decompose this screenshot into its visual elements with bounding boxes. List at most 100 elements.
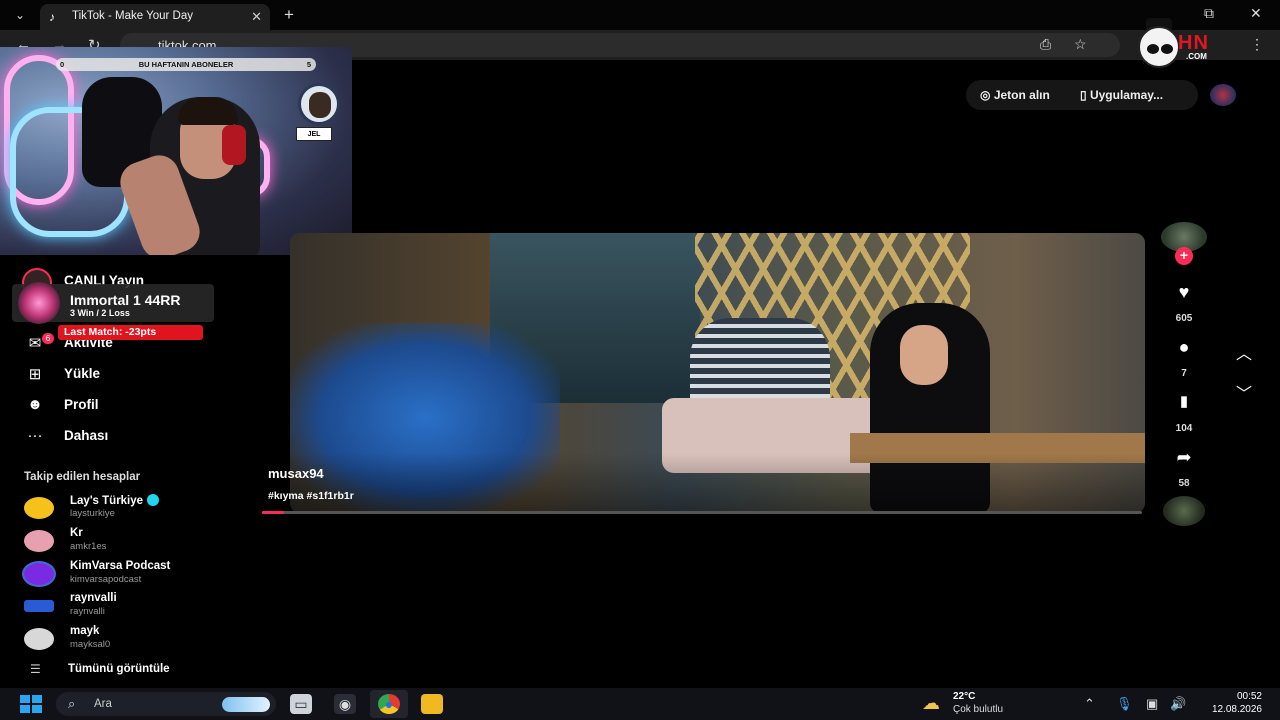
- channel-logo: HN .COM: [1132, 18, 1222, 78]
- tray-chevron-up-icon[interactable]: ⌃: [1084, 696, 1095, 712]
- following-item[interactable]: raynvalli raynvalli: [24, 592, 264, 622]
- music-disc-icon[interactable]: [1163, 496, 1205, 526]
- bookmark-icon[interactable]: ▮: [1166, 387, 1202, 417]
- streamer-badge-label: JEL: [296, 127, 332, 141]
- clock-date[interactable]: 12.08.2026: [1200, 704, 1262, 715]
- webcam-overlay: 0 BU HAFTANIN ABONELER 5 JEL: [0, 47, 352, 255]
- tab-close-icon[interactable]: ✕: [251, 9, 262, 25]
- comment-count: 7: [1181, 368, 1187, 379]
- share-arrow-icon[interactable]: ➦: [1166, 442, 1202, 472]
- more-icon: ···: [27, 427, 43, 444]
- comment-icon[interactable]: ●: [1166, 332, 1202, 362]
- following-item[interactable]: Lay's Türkiye laysturkiye: [24, 494, 264, 524]
- see-all-label: Tümünü görüntüle: [68, 663, 170, 675]
- verified-icon: [147, 494, 160, 506]
- chrome-icon[interactable]: ●: [378, 694, 400, 714]
- avatar: [22, 561, 56, 587]
- video-hashtags[interactable]: #kıyma #s1f1rb1r: [268, 490, 354, 502]
- streamer-hair: [178, 97, 238, 125]
- tab-title: TikTok - Make Your Day: [72, 10, 194, 22]
- sidebar-item-label: Yükle: [64, 366, 101, 381]
- new-tab-button[interactable]: +: [284, 5, 294, 25]
- avatar: [24, 530, 54, 552]
- following-name: raynvalli: [70, 592, 117, 604]
- video-scene-face: [900, 325, 948, 385]
- browser-menu-icon[interactable]: ⋮: [1250, 36, 1264, 53]
- following-handle: raynvalli: [70, 606, 105, 617]
- screen: ⌄ ♪ TikTok - Make Your Day ✕ + ⧉ ✕ ← → ↻…: [0, 0, 1280, 720]
- panda-eye-left: [1147, 44, 1159, 54]
- taskbar: ⌕ Ara ▭ ◉ ● ☁ 22°C Çok bulutlu ⌃ 🎙 ▣ 🔊 0…: [0, 688, 1280, 720]
- last-match-bar: Last Match: -23pts: [58, 325, 203, 340]
- search-highlight-image: [222, 697, 270, 712]
- video-gradient: [290, 453, 1145, 513]
- subscriber-goal-bar: 0 BU HAFTANIN ABONELER 5: [56, 58, 316, 71]
- see-all-button[interactable]: ☰ Tümünü görüntüle: [30, 662, 250, 680]
- streamer-badge-face: [309, 92, 331, 118]
- upload-icon: ⊞: [28, 366, 42, 383]
- weather-cloud-icon[interactable]: ☁: [922, 693, 940, 714]
- like-count: 605: [1175, 313, 1193, 324]
- following-item[interactable]: mayk mayksal0: [24, 625, 264, 655]
- clock-time[interactable]: 00:52: [1200, 691, 1262, 702]
- volume-icon[interactable]: 🔊: [1170, 696, 1186, 712]
- close-window-icon[interactable]: ✕: [1250, 5, 1262, 22]
- browser-tab[interactable]: ♪ TikTok - Make Your Day ✕: [40, 4, 270, 30]
- following-item[interactable]: Kr amkr1es: [24, 527, 264, 557]
- rank-title: Immortal 1 44RR: [70, 292, 181, 308]
- get-app-label: Uygulamay...: [1089, 88, 1164, 102]
- avatar: [24, 600, 54, 612]
- follow-plus-icon[interactable]: +: [1175, 247, 1193, 265]
- following-handle: kimvarsapodcast: [70, 574, 142, 585]
- header-actions: ◎ Jeton alın ▯ Uygulamay...: [966, 80, 1198, 110]
- following-handle: laysturkiye: [70, 508, 115, 519]
- streamer-badge: [298, 83, 340, 125]
- sidebar-item-label: Profil: [64, 397, 99, 412]
- tiktok-icon: ♪: [49, 10, 55, 24]
- panda-eye-right: [1161, 44, 1173, 54]
- video-progress-fill: [262, 511, 284, 514]
- headset: [222, 125, 246, 165]
- windows-start-icon[interactable]: [20, 695, 42, 713]
- video-progress-bar[interactable]: [262, 511, 1142, 514]
- get-coins-label: Jeton alın: [993, 88, 1050, 102]
- following-name: Lay's Türkiye: [70, 494, 160, 507]
- weather-temperature: 22°C: [953, 691, 976, 702]
- like-heart-icon[interactable]: ♥: [1166, 277, 1202, 307]
- task-view-icon[interactable]: ▭: [290, 694, 312, 714]
- bookmark-star-icon[interactable]: ☆: [1074, 36, 1087, 53]
- panda-logo-icon: [1138, 26, 1180, 68]
- previous-video-chevron-up-icon[interactable]: ︿: [1226, 340, 1262, 370]
- taskbar-search[interactable]: ⌕ Ara: [56, 692, 276, 716]
- install-app-icon[interactable]: ⎙: [1040, 36, 1051, 53]
- following-item[interactable]: KimVarsa Podcast kimvarsapodcast: [22, 560, 264, 590]
- file-explorer-icon[interactable]: [421, 694, 443, 714]
- logo-subtext: .COM: [1186, 52, 1207, 61]
- notification-badge: 6: [42, 333, 54, 344]
- microphone-icon[interactable]: 🎙: [1116, 696, 1133, 712]
- steam-icon[interactable]: ◉: [334, 694, 356, 714]
- sidebar-item-label: Dahası: [64, 428, 109, 443]
- sub-goal-end: 5: [306, 60, 311, 69]
- get-coins-button[interactable]: ◎ Jeton alın: [980, 88, 1050, 102]
- bookmark-count: 104: [1175, 423, 1193, 434]
- video-author[interactable]: musax94: [268, 466, 324, 481]
- list-icon: ☰: [30, 662, 41, 676]
- tab-search-chevron-icon[interactable]: ⌄: [10, 6, 30, 24]
- avatar: [24, 628, 54, 650]
- share-count: 58: [1178, 478, 1190, 489]
- video-scene-man: [690, 318, 830, 403]
- network-icon[interactable]: ▣: [1146, 696, 1158, 712]
- profile-icon: ☻: [27, 396, 43, 413]
- weather-description: Çok bulutlu: [953, 704, 1004, 715]
- video-player[interactable]: [290, 233, 1145, 513]
- following-name: Kr: [70, 527, 83, 539]
- user-avatar[interactable]: [1210, 84, 1236, 106]
- next-video-chevron-down-icon[interactable]: ﹀: [1226, 380, 1262, 410]
- rank-emblem-icon: [18, 282, 60, 324]
- get-app-button[interactable]: ▯ Uygulamay...: [1080, 88, 1163, 102]
- following-name: mayk: [70, 625, 100, 637]
- rank-record: 3 Win / 2 Loss: [70, 308, 130, 318]
- following-handle: amkr1es: [70, 541, 107, 552]
- following-title: Takip edilen hesaplar: [24, 471, 141, 483]
